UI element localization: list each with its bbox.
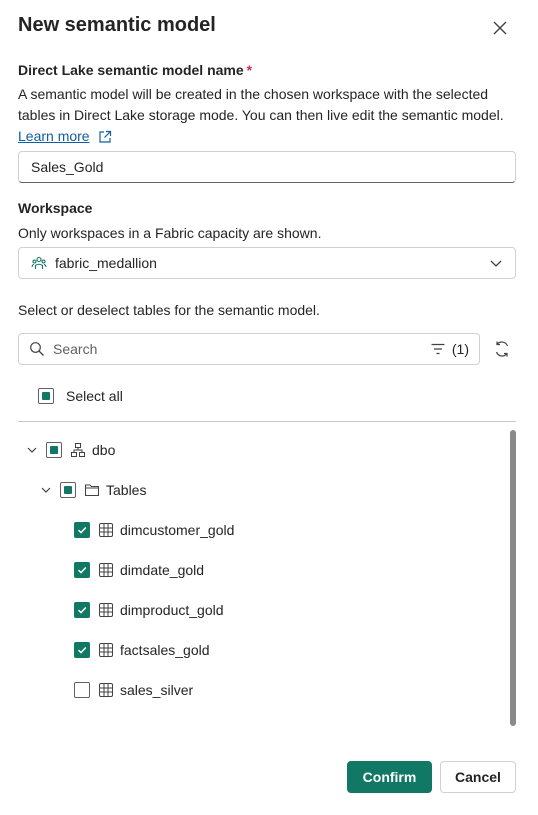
table-icon	[99, 563, 113, 577]
folder-icon	[85, 484, 99, 496]
workspace-selected-value: fabric_medallion	[55, 255, 157, 271]
checkmark-icon	[77, 566, 87, 574]
checkmark-icon	[77, 606, 87, 614]
filter-count: (1)	[451, 341, 469, 357]
table-label: factsales_gold	[120, 642, 210, 658]
tables-folder-label: Tables	[106, 482, 147, 498]
tree-node-table[interactable]: sales_silver	[74, 680, 193, 700]
tables-folder-checkbox[interactable]	[60, 482, 76, 498]
required-marker: *	[246, 62, 253, 78]
chevron-down-icon[interactable]	[40, 484, 52, 496]
select-all-box	[38, 388, 54, 404]
filter-button[interactable]: (1)	[430, 341, 469, 357]
table-icon	[99, 683, 113, 697]
workspace-icon	[31, 256, 47, 269]
workspace-description: Only workspaces in a Fabric capacity are…	[18, 225, 322, 241]
select-all-label: Select all	[66, 388, 123, 404]
chevron-down-icon[interactable]	[26, 444, 38, 456]
tree-node-tables-folder[interactable]: Tables	[40, 480, 146, 500]
table-checkbox[interactable]	[74, 602, 90, 618]
table-checkbox[interactable]	[74, 682, 90, 698]
learn-more-label: Learn more	[18, 128, 90, 144]
table-label: dimcustomer_gold	[120, 522, 235, 538]
model-name-description: A semantic model will be created in the …	[18, 84, 518, 147]
checkmark-icon	[77, 526, 87, 534]
table-label: sales_silver	[120, 682, 194, 698]
model-name-label-text: Direct Lake semantic model name	[18, 62, 244, 78]
tree-node-table[interactable]: dimproduct_gold	[74, 600, 224, 620]
table-label: dimdate_gold	[120, 562, 205, 578]
table-icon	[99, 523, 113, 537]
learn-more-link[interactable]: Learn more	[18, 126, 112, 147]
model-name-label: Direct Lake semantic model name *	[18, 62, 252, 78]
tree-node-table[interactable]: dimcustomer_gold	[74, 520, 234, 540]
search-input[interactable]	[53, 341, 430, 357]
table-checkbox[interactable]	[74, 642, 90, 658]
dbo-checkbox[interactable]	[46, 442, 62, 458]
tree-node-table[interactable]: factsales_gold	[74, 640, 210, 660]
divider	[18, 421, 516, 422]
schema-icon	[71, 443, 85, 457]
tree-node-dbo[interactable]: dbo	[26, 440, 115, 460]
select-all-checkbox[interactable]: Select all	[38, 388, 123, 404]
refresh-icon[interactable]	[492, 339, 512, 359]
cancel-button[interactable]: Cancel	[440, 761, 516, 793]
table-search-box: (1)	[18, 333, 480, 365]
search-icon	[30, 342, 44, 356]
model-name-input[interactable]: Sales_Gold	[18, 151, 516, 183]
tree-node-table[interactable]: dimdate_gold	[74, 560, 204, 580]
dbo-label: dbo	[92, 442, 116, 458]
tables-instruction: Select or deselect tables for the semant…	[18, 302, 320, 318]
filter-icon	[431, 343, 445, 355]
checkmark-icon	[77, 646, 87, 654]
table-checkbox[interactable]	[74, 522, 90, 538]
table-checkbox[interactable]	[74, 562, 90, 578]
workspace-dropdown[interactable]: fabric_medallion	[18, 247, 516, 279]
table-icon	[99, 603, 113, 617]
confirm-button[interactable]: Confirm	[347, 761, 432, 793]
close-icon[interactable]	[488, 16, 512, 40]
external-link-icon	[98, 130, 111, 143]
tree-scrollbar[interactable]	[510, 430, 516, 726]
table-label: dimproduct_gold	[120, 602, 224, 618]
model-name-description-text: A semantic model will be created in the …	[18, 86, 504, 123]
dialog-title: New semantic model	[18, 14, 216, 36]
workspace-label: Workspace	[18, 200, 93, 216]
chevron-down-icon	[490, 260, 502, 267]
table-icon	[99, 643, 113, 657]
